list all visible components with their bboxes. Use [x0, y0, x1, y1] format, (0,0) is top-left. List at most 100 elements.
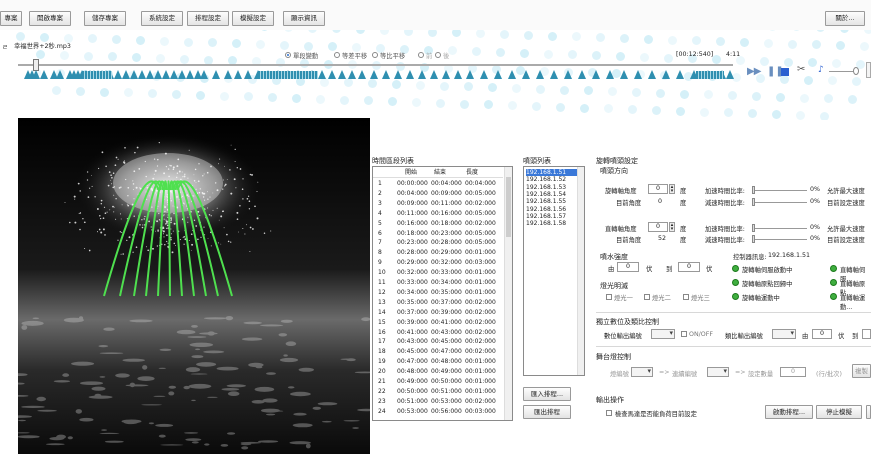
- time-list-scrollbar[interactable]: [504, 167, 512, 420]
- device-list-item[interactable]: 192.168.1.54: [526, 191, 577, 198]
- table-row[interactable]: 13 00:35:000 00:37:000 00:02:000: [373, 299, 503, 307]
- segment-marker[interactable]: [146, 70, 154, 79]
- rot-decel-knob[interactable]: [752, 198, 755, 206]
- stop-simulation-button[interactable]: 停止模擬: [816, 405, 862, 419]
- segment-marker[interactable]: [224, 70, 232, 79]
- table-row[interactable]: 10 00:32:000 00:33:000 00:01:000: [373, 269, 503, 277]
- table-row[interactable]: 1 00:00:000 00:04:000 00:04:000: [373, 180, 503, 188]
- vert-angle-stepper[interactable]: ▴ ▾: [669, 222, 675, 232]
- segment-marker[interactable]: [620, 70, 628, 79]
- import-schedule-button[interactable]: 匯入排程...: [523, 387, 571, 401]
- table-row[interactable]: 17 00:43:000 00:45:000 00:02:000: [373, 338, 503, 346]
- analog-to-input[interactable]: [862, 329, 871, 339]
- playmode-radio-after[interactable]: [435, 52, 441, 58]
- rot-accel-slider[interactable]: [752, 190, 807, 191]
- table-row[interactable]: 23 00:51:000 00:53:000 00:02:000: [373, 398, 503, 406]
- segment-marker[interactable]: [430, 70, 438, 79]
- table-row[interactable]: 15 00:39:000 00:41:000 00:02:000: [373, 319, 503, 327]
- segment-marker[interactable]: [122, 70, 130, 79]
- segment-marker[interactable]: [522, 70, 530, 79]
- segment-marker[interactable]: [138, 70, 146, 79]
- schedule-settings-button[interactable]: 排程設定: [187, 11, 229, 26]
- extra-button[interactable]: [866, 405, 871, 419]
- segment-marker[interactable]: [536, 70, 544, 79]
- segment-marker[interactable]: [394, 70, 402, 79]
- time-list-scroll-thumb[interactable]: [506, 177, 511, 237]
- playmode-radio-before[interactable]: [418, 52, 424, 58]
- segment-marker[interactable]: [348, 70, 356, 79]
- segment-marker[interactable]: [592, 70, 600, 79]
- open-project-button[interactable]: 開啟專案: [29, 11, 71, 26]
- src-number-select[interactable]: [631, 367, 653, 377]
- table-row[interactable]: 20 00:48:000 00:49:000 00:01:000: [373, 368, 503, 376]
- device-list-item[interactable]: 192.168.1.55: [526, 198, 577, 205]
- volume-slider[interactable]: [829, 71, 855, 72]
- segment-marker[interactable]: [234, 70, 242, 79]
- segment-marker[interactable]: [328, 70, 336, 79]
- device-list-item[interactable]: 192.168.1.51: [526, 169, 577, 177]
- segment-marker[interactable]: [244, 70, 252, 79]
- segment-marker[interactable]: [662, 70, 670, 79]
- segment-marker[interactable]: [212, 70, 220, 79]
- segment-marker[interactable]: [318, 70, 326, 79]
- onoff-checkbox[interactable]: [681, 331, 687, 337]
- table-row[interactable]: 7 00:23:000 00:28:000 00:05:000: [373, 239, 503, 247]
- vert-decel-slider[interactable]: [752, 239, 807, 240]
- segment-marker[interactable]: [442, 70, 450, 79]
- playmode-radio-geom[interactable]: [372, 52, 378, 58]
- table-row[interactable]: 8 00:28:000 00:29:000 00:01:000: [373, 249, 503, 257]
- segment-marker[interactable]: [480, 70, 488, 79]
- analog-output-select[interactable]: [772, 329, 796, 339]
- display-info-button[interactable]: 顯示資訊: [283, 11, 325, 26]
- play-icon[interactable]: ▶▶: [747, 66, 761, 77]
- segment-marker[interactable]: [578, 70, 586, 79]
- system-settings-button[interactable]: 系統設定: [141, 11, 183, 26]
- device-list-item[interactable]: 192.168.1.52: [526, 176, 577, 183]
- segment-marker[interactable]: [406, 70, 414, 79]
- device-list-scrollbar[interactable]: [577, 167, 584, 375]
- about-button[interactable]: 關於...: [825, 11, 865, 26]
- stop-icon[interactable]: [781, 68, 789, 76]
- table-row[interactable]: 9 00:29:000 00:32:000 00:03:000: [373, 259, 503, 267]
- table-row[interactable]: 4 00:11:000 00:16:000 00:05:000: [373, 210, 503, 218]
- segment-marker[interactable]: [418, 70, 426, 79]
- save-project-button[interactable]: 儲存專案: [84, 11, 126, 26]
- pressure-to-input[interactable]: 0: [678, 262, 700, 272]
- table-row[interactable]: 14 00:37:000 00:39:000 00:02:000: [373, 309, 503, 317]
- playmode-radio-single[interactable]: [285, 52, 291, 58]
- segment-marker[interactable]: [564, 70, 572, 79]
- timeline-track[interactable]: [18, 64, 733, 66]
- segment-marker[interactable]: [200, 70, 208, 79]
- segment-marker[interactable]: [40, 70, 48, 79]
- table-row[interactable]: 22 00:50:000 00:51:000 00:01:000: [373, 388, 503, 396]
- segment-marker[interactable]: [676, 70, 684, 79]
- table-row[interactable]: 2 00:04:000 00:09:000 00:05:000: [373, 190, 503, 198]
- export-schedule-button[interactable]: 匯出排程: [523, 405, 571, 419]
- segment-marker[interactable]: [466, 70, 474, 79]
- segment-marker[interactable]: [358, 70, 366, 79]
- table-row[interactable]: 3 00:09:000 00:11:000 00:02:000: [373, 200, 503, 208]
- table-row[interactable]: 24 00:53:000 00:56:000 00:03:000: [373, 408, 503, 416]
- segment-marker[interactable]: [382, 70, 390, 79]
- table-row[interactable]: 16 00:41:000 00:43:000 00:02:000: [373, 329, 503, 337]
- segment-marker-cluster[interactable]: [696, 71, 724, 79]
- segment-marker[interactable]: [154, 70, 162, 79]
- segment-marker[interactable]: [370, 70, 378, 79]
- pressure-from-input[interactable]: 0: [617, 262, 639, 272]
- table-row[interactable]: 18 00:45:000 00:47:000 00:02:000: [373, 348, 503, 356]
- digital-output-select[interactable]: [651, 329, 675, 339]
- cut-icon[interactable]: ✂: [797, 64, 805, 75]
- volume-icon[interactable]: ♪: [818, 65, 824, 75]
- run-schedule-button[interactable]: 啟動排程...: [765, 405, 813, 419]
- table-row[interactable]: 21 00:49:000 00:50:000 00:01:000: [373, 378, 503, 386]
- table-row[interactable]: 11 00:33:000 00:34:000 00:01:000: [373, 279, 503, 287]
- simulation-settings-button[interactable]: 模擬設定: [232, 11, 274, 26]
- playmode-radio-arith[interactable]: [334, 52, 340, 58]
- fountain-simulation-view[interactable]: [18, 118, 370, 454]
- segment-marker[interactable]: [606, 70, 614, 79]
- device-list[interactable]: 192.168.1.51 192.168.1.52 192.168.1.53 192.…: [523, 166, 585, 376]
- vert-angle-input[interactable]: 0: [648, 222, 668, 232]
- device-list-item[interactable]: 192.168.1.53: [526, 184, 577, 191]
- vert-accel-knob[interactable]: [752, 224, 755, 232]
- segment-marker[interactable]: [114, 70, 122, 79]
